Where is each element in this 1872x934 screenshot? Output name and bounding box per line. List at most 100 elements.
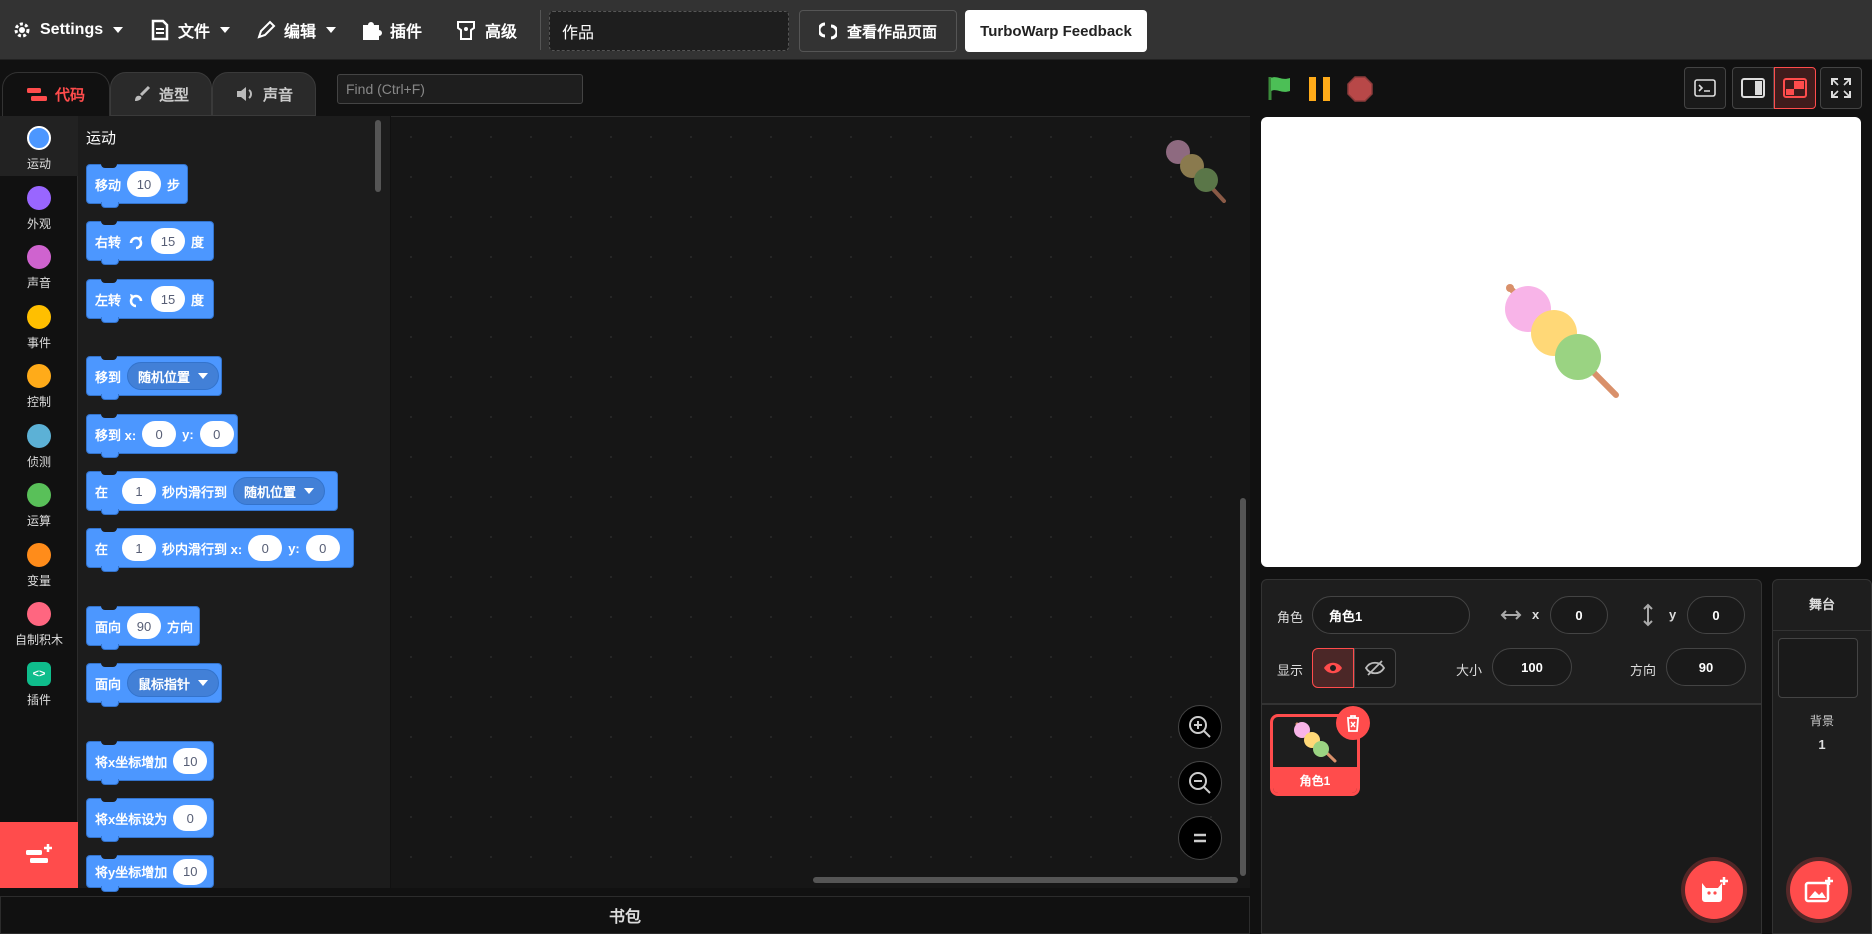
add-backdrop-icon bbox=[1804, 877, 1833, 903]
backdrops-label: 背景 bbox=[1809, 714, 1834, 728]
category-label: 事件 bbox=[26, 336, 51, 350]
add-sprite-button[interactable] bbox=[1685, 861, 1743, 919]
block-text: 度 bbox=[191, 292, 205, 308]
y-input[interactable]: 0 bbox=[1687, 596, 1745, 634]
sprite-name-input[interactable]: 角色1 bbox=[1312, 596, 1470, 634]
x-input[interactable]: 0 bbox=[1550, 596, 1608, 634]
direction-input[interactable]: 90 bbox=[1666, 648, 1746, 686]
block-point-direction[interactable]: 面向 90 方向 bbox=[86, 606, 200, 650]
code-workspace[interactable] bbox=[391, 116, 1250, 888]
zoom-reset-button[interactable] bbox=[1178, 816, 1222, 860]
add-backdrop-button[interactable] bbox=[1790, 861, 1848, 919]
category-my-blocks[interactable]: 自制积木 bbox=[0, 592, 78, 652]
category-control[interactable]: 控制 bbox=[0, 354, 78, 414]
palette-scrollbar[interactable] bbox=[375, 120, 381, 192]
chevron-down-icon bbox=[198, 373, 209, 379]
pause-button[interactable] bbox=[1308, 76, 1334, 107]
pause-icon bbox=[1309, 77, 1330, 101]
addons-label: 插件 bbox=[390, 24, 423, 41]
category-variables[interactable]: 变量 bbox=[0, 533, 78, 593]
block-turn-left[interactable]: 左转 15 度 bbox=[86, 279, 214, 323]
block-text: 将y坐标增加 bbox=[95, 865, 168, 880]
block-input[interactable]: 15 bbox=[151, 286, 186, 312]
console-button[interactable] bbox=[1684, 67, 1726, 109]
block-dropdown[interactable]: 随机位置 bbox=[127, 362, 220, 390]
block-goto[interactable]: 移到 随机位置 bbox=[86, 356, 222, 400]
category-label: 外观 bbox=[26, 217, 51, 231]
block-input[interactable]: 90 bbox=[127, 613, 162, 639]
rotate-right-icon bbox=[129, 236, 143, 250]
tab-sounds[interactable]: 声音 bbox=[212, 72, 316, 116]
category-label: 自制积木 bbox=[14, 633, 63, 647]
block-input-x[interactable]: 0 bbox=[142, 421, 177, 447]
block-input[interactable]: 1 bbox=[122, 478, 157, 504]
zoom-out-button[interactable] bbox=[1178, 761, 1222, 805]
find-input[interactable]: Find (Ctrl+F) bbox=[337, 74, 583, 104]
category-sound[interactable]: 声音 bbox=[0, 235, 78, 295]
tab-costumes[interactable]: 造型 bbox=[110, 72, 212, 116]
workspace-horizontal-scrollbar[interactable] bbox=[813, 877, 1238, 883]
backpack-header[interactable]: 书包 bbox=[0, 896, 1250, 934]
block-turn-right[interactable]: 右转 15 度 bbox=[86, 221, 214, 265]
delete-sprite-button[interactable] bbox=[1336, 706, 1370, 740]
block-input[interactable]: 15 bbox=[151, 228, 186, 254]
fullscreen-button[interactable] bbox=[1820, 67, 1862, 109]
settings-menu[interactable]: Settings bbox=[12, 0, 124, 60]
feedback-button[interactable]: TurboWarp Feedback bbox=[965, 10, 1147, 52]
workspace-vertical-scrollbar[interactable] bbox=[1240, 498, 1246, 876]
gear-icon bbox=[14, 22, 30, 38]
edit-menu[interactable]: 编辑 bbox=[256, 0, 337, 60]
addons-menu[interactable]: 插件 bbox=[360, 0, 422, 60]
category-looks[interactable]: 外观 bbox=[0, 176, 78, 236]
dropdown-value: 随机位置 bbox=[138, 369, 191, 385]
stop-button[interactable] bbox=[1347, 76, 1373, 107]
tab-code[interactable]: 代码 bbox=[2, 72, 110, 116]
sprite-tile-name: 角色1 bbox=[1273, 767, 1357, 793]
category-extensions[interactable]: <> 插件 bbox=[0, 652, 78, 712]
block-text: 方向 bbox=[167, 619, 194, 635]
add-extension-button[interactable] bbox=[0, 822, 78, 888]
block-input[interactable]: 10 bbox=[173, 748, 208, 774]
project-title-input[interactable]: 作品 bbox=[549, 11, 789, 51]
sprite-watermark bbox=[1166, 140, 1226, 203]
block-glide-to[interactable]: 在 1 秒内滑行到 随机位置 bbox=[86, 471, 338, 515]
category-operators[interactable]: 运算 bbox=[0, 473, 78, 533]
zoom-in-button[interactable] bbox=[1178, 705, 1222, 749]
large-stage-button[interactable] bbox=[1774, 67, 1816, 109]
block-input-x[interactable]: 0 bbox=[248, 535, 283, 561]
block-text: 移到 x: bbox=[95, 427, 137, 443]
category-label: 运动 bbox=[26, 157, 51, 171]
block-input[interactable]: 10 bbox=[127, 171, 162, 197]
block-set-x[interactable]: 将x坐标设为 0 bbox=[86, 798, 214, 842]
show-sprite-button[interactable] bbox=[1312, 648, 1354, 688]
eye-slash-icon bbox=[1365, 660, 1385, 676]
advanced-menu[interactable]: 高级 bbox=[455, 0, 517, 60]
motion-dot bbox=[27, 126, 51, 150]
file-menu[interactable]: 文件 bbox=[150, 0, 231, 60]
green-flag-button[interactable] bbox=[1266, 74, 1294, 107]
block-dropdown[interactable]: 鼠标指针 bbox=[127, 669, 220, 697]
block-move-steps[interactable]: 移动 10 步 bbox=[86, 164, 188, 208]
file-icon bbox=[151, 19, 169, 41]
category-events[interactable]: 事件 bbox=[0, 295, 78, 355]
block-change-y[interactable]: 将y坐标增加 10 bbox=[86, 855, 214, 892]
block-input[interactable]: 10 bbox=[173, 858, 208, 885]
block-point-towards[interactable]: 面向 鼠标指针 bbox=[86, 663, 222, 707]
block-input-y[interactable]: 0 bbox=[305, 535, 340, 561]
sprite-on-stage[interactable] bbox=[1502, 283, 1624, 401]
hide-sprite-button[interactable] bbox=[1354, 648, 1396, 688]
category-motion[interactable]: 运动 bbox=[0, 116, 78, 176]
block-input[interactable]: 0 bbox=[173, 805, 208, 831]
block-goto-xy[interactable]: 移到 x: 0 y: 0 bbox=[86, 414, 238, 458]
block-input[interactable]: 1 bbox=[122, 535, 157, 561]
block-dropdown[interactable]: 随机位置 bbox=[233, 477, 326, 505]
small-stage-button[interactable] bbox=[1732, 67, 1774, 109]
terminal-icon bbox=[1694, 79, 1716, 97]
block-glide-xy[interactable]: 在 1 秒内滑行到 x: 0 y: 0 bbox=[86, 528, 354, 572]
see-project-button[interactable]: 查看作品页面 bbox=[799, 10, 957, 52]
block-change-x[interactable]: 将x坐标增加 10 bbox=[86, 741, 214, 785]
size-input[interactable]: 100 bbox=[1492, 648, 1572, 686]
category-sensing[interactable]: 侦测 bbox=[0, 414, 78, 474]
block-input-y[interactable]: 0 bbox=[199, 421, 234, 447]
sound-dot bbox=[27, 245, 51, 269]
